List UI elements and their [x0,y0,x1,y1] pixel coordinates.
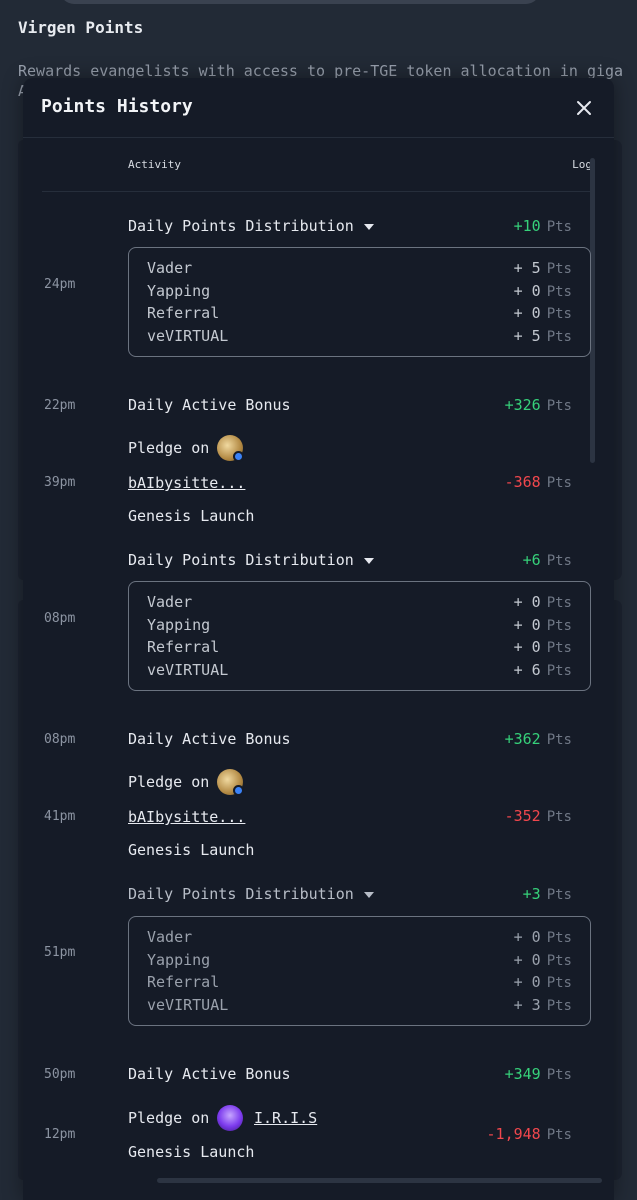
points-value: +326 Pts [504,396,572,414]
breakdown-line: veVIRTUAL + 3 Pts [147,996,572,1014]
caret-down-icon [363,891,374,898]
points-history-modal: Points History Activity Log Daily Points… [23,78,614,1200]
points-value: +10 Pts [513,217,572,235]
breakdown-line: Vader + 0 Pts [147,593,572,611]
points-value: +349 Pts [504,1065,572,1083]
agent-link[interactable]: bAIbysitte... [128,808,245,826]
launch-label: Genesis Launch [128,1143,255,1161]
points-value: -368 Pts [504,473,572,491]
background-top-bar [60,0,540,4]
agent-avatar[interactable] [217,1105,243,1131]
modal-header: Points History [23,78,614,138]
background-page-title: Virgen Points [18,18,144,37]
activity-dropdown-toggle[interactable]: Daily Points Distribution [128,217,374,235]
modal-title: Points History [41,96,193,117]
entry-time: 39pm [44,475,76,490]
points-breakdown: Vader + 0 Pts Yapping + 0 Pts Referral + 0 Pts… [128,581,591,691]
points-value: +6 Pts [522,551,572,569]
caret-down-icon [363,223,374,230]
breakdown-line: Referral + 0 Pts [147,973,572,991]
pledge-label: Pledge on [128,439,210,457]
entry-time: 08pm [44,732,76,747]
breakdown-line: veVIRTUAL + 6 Pts [147,661,572,679]
table-header: Activity Log [42,148,592,192]
breakdown-line: veVIRTUAL + 5 Pts [147,327,572,345]
points-value: +362 Pts [504,730,572,748]
activity-dropdown-toggle[interactable]: Daily Points Distribution [128,885,374,903]
breakdown-line: Yapping + 0 Pts [147,951,572,969]
launch-label: Genesis Launch [128,841,255,859]
column-header-activity: Activity [128,158,181,171]
close-icon [577,101,591,115]
points-value: +3 Pts [522,885,572,903]
entry-time: 12pm [44,1127,76,1142]
entry-time: 24pm [44,277,76,292]
entry-time: 51pm [44,945,76,960]
breakdown-line: Referral + 0 Pts [147,638,572,656]
points-value: -352 Pts [504,807,572,825]
breakdown-line: Vader + 0 Pts [147,928,572,946]
entry-time: 08pm [44,611,76,626]
verified-badge-icon [233,785,244,796]
verified-badge-icon [233,451,244,462]
entry-time: 22pm [44,398,76,413]
caret-down-icon [363,557,374,564]
points-breakdown: Vader + 0 Pts Yapping + 0 Pts Referral + 0 Pts… [128,916,591,1026]
points-breakdown: Vader + 5 Pts Yapping + 0 Pts Referral + 0 Pts… [128,247,591,357]
activity-label: Daily Active Bonus [128,1065,291,1083]
breakdown-line: Vader + 5 Pts [147,259,572,277]
launch-label: Genesis Launch [128,507,255,525]
agent-link[interactable]: I.R.I.S [254,1109,317,1127]
activity-dropdown-toggle[interactable]: Daily Points Distribution [128,551,374,569]
breakdown-line: Yapping + 0 Pts [147,282,572,300]
pledge-label: Pledge on [128,773,210,791]
entry-time: 50pm [44,1067,76,1082]
agent-link[interactable]: bAIbysitte... [128,474,245,492]
points-value: -1,948 Pts [486,1125,572,1143]
activity-label: Daily Active Bonus [128,730,291,748]
activity-label: Daily Active Bonus [128,396,291,414]
entry-time: 41pm [44,809,76,824]
close-button[interactable] [572,96,596,120]
pledge-label: Pledge on [128,1109,210,1127]
horizontal-scrollbar[interactable] [157,1178,602,1183]
breakdown-line: Yapping + 0 Pts [147,616,572,634]
breakdown-line: Referral + 0 Pts [147,304,572,322]
